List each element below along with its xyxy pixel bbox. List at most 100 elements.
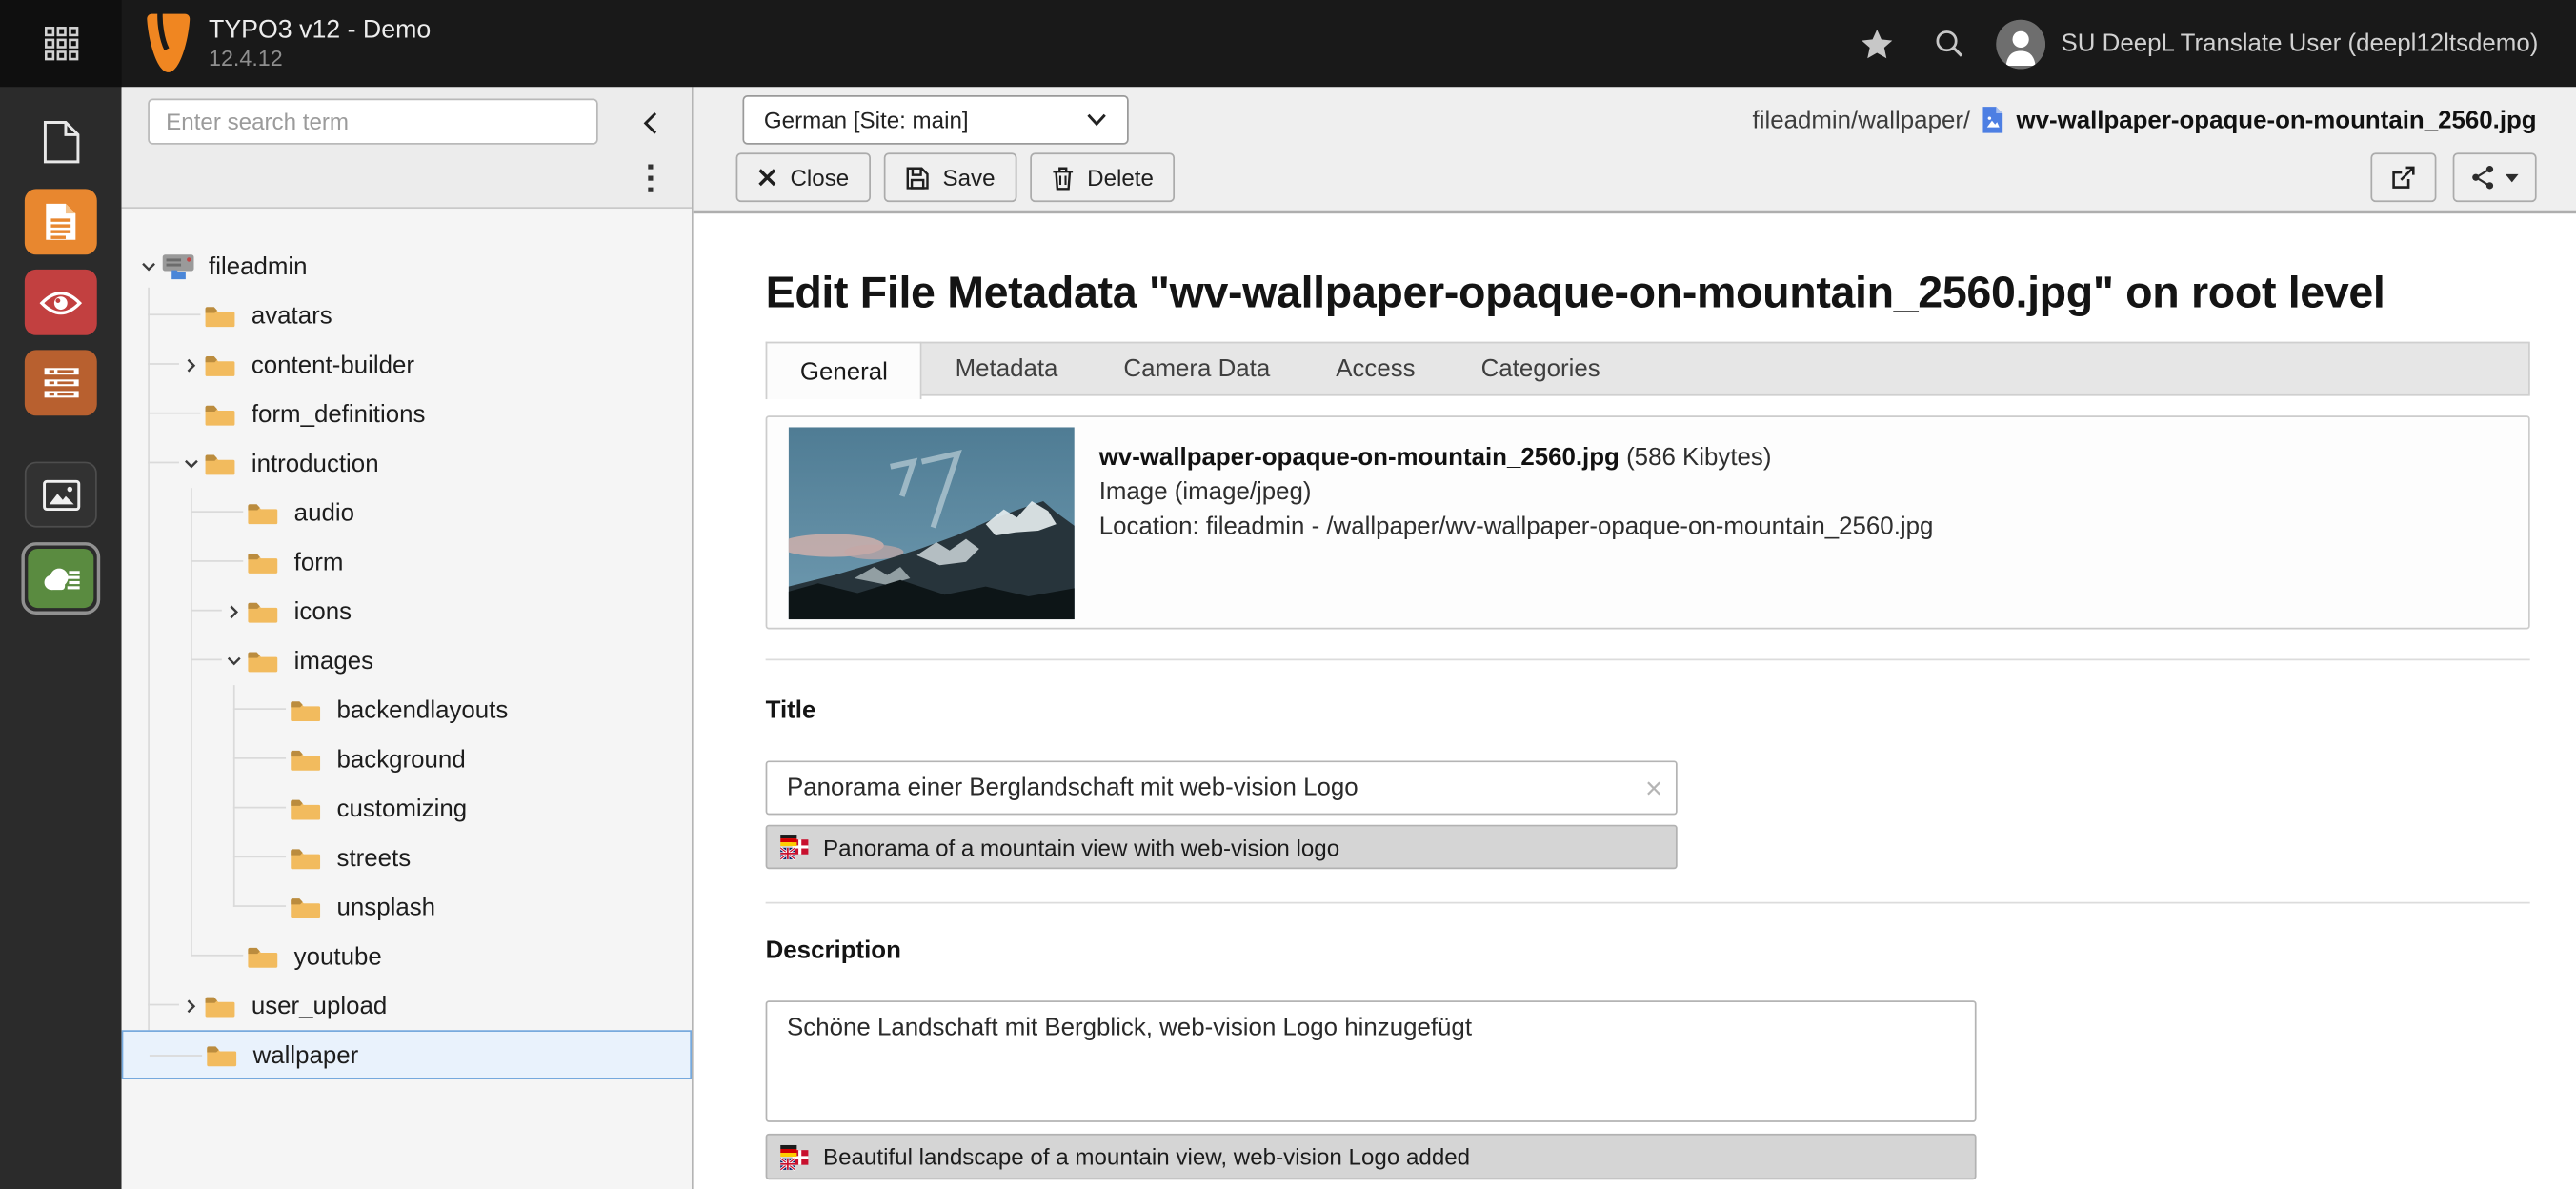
save-button[interactable]: Save bbox=[883, 152, 1016, 203]
tree-item-introduction[interactable]: introduction bbox=[122, 438, 692, 488]
grid-icon bbox=[44, 27, 78, 61]
info-location: Location: fileadmin - /wallpaper/wv-wall… bbox=[1098, 513, 1934, 541]
folder-icon bbox=[290, 796, 324, 821]
folder-icon bbox=[247, 944, 281, 969]
folder-icon bbox=[247, 648, 281, 673]
tree-search-input[interactable] bbox=[148, 98, 598, 145]
tree-connector bbox=[148, 313, 201, 316]
file-thumbnail bbox=[788, 427, 1075, 620]
save-floppy-icon bbox=[906, 166, 929, 189]
folder-icon bbox=[247, 500, 281, 525]
tree-expander-icon[interactable] bbox=[220, 647, 247, 674]
tree-item-background[interactable]: background bbox=[122, 735, 692, 784]
tree-item-audio[interactable]: audio bbox=[122, 488, 692, 537]
content-area: German [Site: main] Close Save Delete fi… bbox=[693, 87, 2576, 1189]
tree-item-form_definitions[interactable]: form_definitions bbox=[122, 390, 692, 439]
tab-strip: General Metadata Camera Data Access Categori… bbox=[765, 341, 2530, 400]
module-filelist[interactable] bbox=[24, 461, 97, 528]
docheader-buttons: Close Save Delete bbox=[735, 152, 1176, 203]
page-document-icon bbox=[46, 203, 76, 240]
tree-item-form[interactable]: form bbox=[122, 537, 692, 587]
folder-icon bbox=[290, 845, 324, 870]
view-file-button[interactable] bbox=[2370, 152, 2437, 203]
file-tree: fileadmin avatars content-builder form_defi… bbox=[121, 209, 693, 1189]
username: SU DeepL Translate User (deepl12ltsdemo) bbox=[2061, 30, 2539, 58]
tree-expander-icon[interactable] bbox=[134, 253, 161, 280]
description-translation-suggestion[interactable]: Beautiful landscape of a mountain view, … bbox=[765, 1133, 1977, 1180]
section-divider bbox=[765, 901, 2530, 904]
module-menu-toggle-button[interactable] bbox=[0, 0, 122, 88]
tree-connector bbox=[149, 1055, 203, 1057]
bookmark-button[interactable] bbox=[1841, 0, 1913, 87]
typo3-backend: TYPO3 v12 - Demo 12.4.12 SU DeepL Transl… bbox=[0, 0, 2576, 1189]
chevron-down-icon bbox=[1086, 113, 1107, 127]
tree-item-icons[interactable]: icons bbox=[122, 587, 692, 636]
description-translation-text: Beautiful landscape of a mountain view, … bbox=[822, 1143, 1471, 1170]
description-textarea[interactable]: Schöne Landschaft mit Bergblick, web-vis… bbox=[765, 1000, 1977, 1122]
file-info-text: wv-wallpaper-opaque-on-mountain_2560.jpg… bbox=[1099, 427, 1934, 617]
folder-icon bbox=[204, 993, 238, 1018]
tab-metadata[interactable]: Metadata bbox=[922, 343, 1091, 393]
tree-item-avatars[interactable]: avatars bbox=[122, 291, 692, 340]
clear-input-icon[interactable]: × bbox=[1645, 773, 1662, 802]
user-avatar bbox=[1995, 18, 2045, 69]
language-select[interactable]: German [Site: main] bbox=[742, 95, 1129, 145]
folder-icon bbox=[204, 402, 238, 427]
tree-item-user_upload[interactable]: user_upload bbox=[122, 981, 692, 1031]
tree-expander-icon[interactable] bbox=[177, 451, 204, 477]
caret-down-icon bbox=[2505, 172, 2519, 182]
brand[interactable]: TYPO3 v12 - Demo 12.4.12 bbox=[122, 12, 431, 74]
storage-icon bbox=[161, 252, 195, 280]
delete-button[interactable]: Delete bbox=[1029, 152, 1176, 203]
info-mime: Image (image/jpeg) bbox=[1098, 477, 1312, 507]
typo3-logo bbox=[147, 12, 191, 72]
tree-expander-icon[interactable] bbox=[177, 352, 204, 378]
kebab-menu-icon bbox=[648, 164, 654, 192]
tree-item-images[interactable]: images bbox=[122, 635, 692, 685]
title-input[interactable] bbox=[765, 760, 1678, 816]
user-menu[interactable]: SU DeepL Translate User (deepl12ltsdemo) bbox=[1985, 18, 2576, 69]
tree-connector bbox=[232, 756, 287, 759]
folder-icon bbox=[204, 451, 238, 475]
tab-categories[interactable]: Categories bbox=[1448, 343, 1633, 393]
close-button[interactable]: Close bbox=[735, 152, 871, 203]
collapse-tree-button[interactable] bbox=[635, 109, 665, 138]
tree-expander-icon[interactable] bbox=[220, 598, 247, 625]
tab-general[interactable]: General bbox=[765, 341, 923, 400]
title-translation-suggestion[interactable]: Panorama of a mountain view with web-vis… bbox=[765, 824, 1678, 870]
external-link-icon bbox=[2392, 166, 2415, 189]
tree-item-wallpaper[interactable]: wallpaper bbox=[121, 1030, 693, 1079]
info-filename: wv-wallpaper-opaque-on-mountain_2560.jpg bbox=[1098, 443, 1620, 472]
tree-item-fileadmin[interactable]: fileadmin bbox=[122, 242, 692, 292]
multi-flag-icon bbox=[780, 835, 809, 861]
typo3-version: 12.4.12 bbox=[209, 45, 283, 71]
tree-connector bbox=[191, 560, 244, 562]
tree-item-youtube[interactable]: youtube bbox=[122, 932, 692, 981]
tree-item-content-builder[interactable]: content-builder bbox=[122, 340, 692, 390]
module-list[interactable] bbox=[24, 350, 97, 416]
module-page[interactable] bbox=[24, 189, 97, 255]
tree-options-button[interactable] bbox=[635, 163, 665, 195]
file-info-panel: wv-wallpaper-opaque-on-mountain_2560.jpg… bbox=[765, 415, 2530, 630]
module-page-outline[interactable] bbox=[25, 109, 97, 174]
tree-connector bbox=[232, 905, 287, 907]
module-view[interactable] bbox=[24, 269, 97, 335]
search-button[interactable] bbox=[1913, 0, 1985, 87]
list-icon bbox=[43, 368, 78, 398]
module-media-active[interactable] bbox=[21, 542, 101, 615]
module-bar bbox=[0, 87, 122, 1189]
tree-expander-icon[interactable] bbox=[177, 993, 204, 1019]
page-title: Edit File Metadata "wv-wallpaper-opaque-… bbox=[765, 268, 2385, 317]
tree-item-customizing[interactable]: customizing bbox=[122, 784, 692, 834]
tree-connector bbox=[191, 609, 222, 612]
tree-item-backendlayouts[interactable]: backendlayouts bbox=[122, 685, 692, 735]
share-dropdown-button[interactable] bbox=[2452, 152, 2537, 203]
tab-access[interactable]: Access bbox=[1303, 343, 1448, 393]
tree-item-unsplash[interactable]: unsplash bbox=[122, 882, 692, 932]
module-media-tile bbox=[28, 548, 94, 609]
tab-camera-data[interactable]: Camera Data bbox=[1091, 343, 1303, 393]
tree-item-streets[interactable]: streets bbox=[122, 833, 692, 882]
tree-toolbar bbox=[121, 87, 693, 210]
search-icon bbox=[1936, 30, 1963, 57]
tree-connector bbox=[148, 363, 179, 365]
